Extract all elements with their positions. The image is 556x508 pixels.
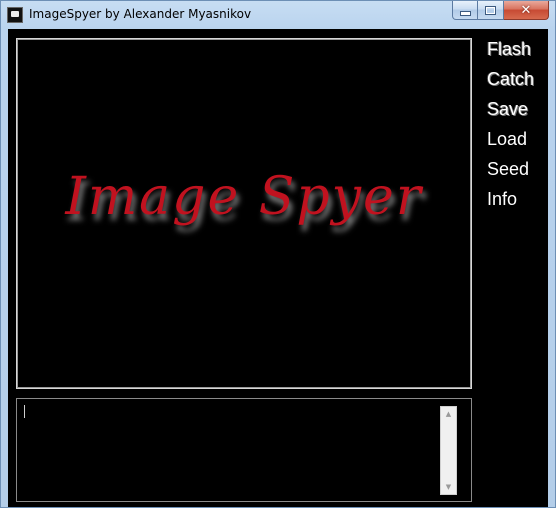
maximize-button[interactable] (478, 1, 504, 20)
close-button[interactable]: ✕ (504, 1, 549, 20)
info-button[interactable]: Info (487, 188, 547, 210)
seed-button[interactable]: Seed (487, 158, 547, 180)
app-icon[interactable] (7, 7, 23, 23)
scroll-up-icon[interactable]: ▲ (441, 407, 456, 421)
text-caret (24, 405, 25, 418)
minimize-button[interactable] (452, 1, 478, 20)
side-menu: Flash Catch Save Load Seed Info (487, 38, 547, 218)
image-preview: Image Spyer (16, 38, 472, 389)
logo-text: Image Spyer (65, 167, 423, 227)
caption-buttons: ✕ (452, 1, 549, 20)
log-textarea[interactable]: ▲ ▼ (16, 398, 472, 502)
scroll-down-icon[interactable]: ▼ (441, 480, 456, 494)
log-scrollbar[interactable]: ▲ ▼ (440, 406, 457, 495)
minimize-icon (459, 10, 471, 16)
load-button[interactable]: Load (487, 128, 547, 150)
flash-button[interactable]: Flash (487, 38, 547, 60)
maximize-icon (485, 5, 496, 15)
app-window: ImageSpyer by Alexander Myasnikov ✕ Imag… (0, 0, 556, 508)
catch-button[interactable]: Catch (487, 68, 547, 90)
title-bar[interactable]: ImageSpyer by Alexander Myasnikov ✕ (1, 1, 555, 28)
close-icon: ✕ (520, 2, 532, 18)
client-area: Image Spyer Flash Catch Save Load Seed I… (8, 29, 548, 507)
window-title: ImageSpyer by Alexander Myasnikov (29, 7, 252, 21)
save-button[interactable]: Save (487, 98, 547, 120)
